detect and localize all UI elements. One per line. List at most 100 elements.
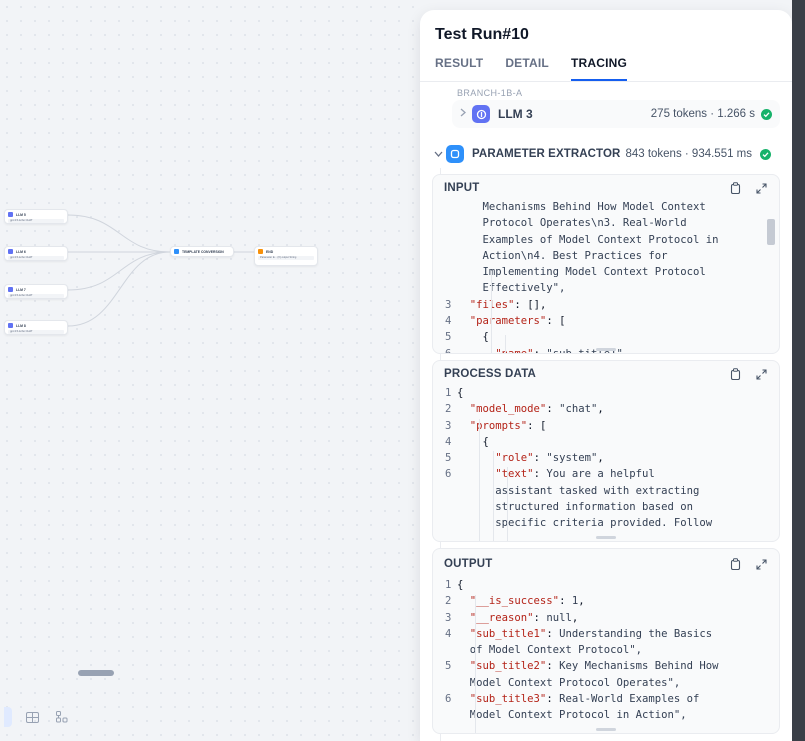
copy-icon[interactable] xyxy=(728,557,742,571)
code-line: Protocol Operates\n3. Real-World xyxy=(433,215,765,231)
code-text: "files": [], xyxy=(469,298,547,311)
indent-guide xyxy=(475,595,476,733)
line-number: 1 xyxy=(445,387,452,399)
indent-guide xyxy=(491,271,492,353)
code-line: 4 { xyxy=(433,434,765,450)
expand-icon[interactable] xyxy=(754,367,768,381)
llm-node-icon xyxy=(8,323,13,328)
canvas-node-llm-5[interactable]: LLM 5 gpt-3.5-turbo CHAT xyxy=(4,209,68,224)
indent-guide xyxy=(505,335,506,353)
resize-handle[interactable] xyxy=(596,348,616,351)
llm-node-icon xyxy=(8,212,13,217)
success-check-icon xyxy=(760,148,772,160)
code-line: 2 "__is_success": 1, xyxy=(433,593,765,609)
code-text: Effectively", xyxy=(457,282,566,295)
code-line: 4 "parameters": [ xyxy=(433,313,765,329)
code-line: 5 { xyxy=(433,329,765,345)
trace-node-parameter-extractor[interactable]: PARAMETER EXTRACTOR 843 tokens · 934.551… xyxy=(428,140,784,168)
code-text: { xyxy=(482,331,489,344)
copy-icon[interactable] xyxy=(728,367,742,381)
trace-node-llm-3[interactable]: LLM 3 275 tokens · 1.266 s xyxy=(452,100,780,128)
organize-icon[interactable] xyxy=(52,707,72,727)
code-line: Model Context Protocol in Action", xyxy=(433,707,765,723)
code-text: specific criteria provided. Follow xyxy=(457,517,713,530)
canvas-node-llm-6[interactable]: LLM 6 gpt-3.5-turbo CHAT xyxy=(4,246,68,261)
code-text: "parameters": [ xyxy=(469,315,566,328)
canvas-scrollbar[interactable] xyxy=(78,670,114,676)
resize-handle[interactable] xyxy=(596,536,616,539)
code-line: 1{ xyxy=(433,385,765,401)
code-text: Mechanisms Behind How Model Context xyxy=(457,201,706,213)
code-line: 6 "sub_title3": Real-World Examples of xyxy=(433,691,765,707)
llm-node-icon xyxy=(8,287,13,292)
code-text: Implementing Model Context Protocol xyxy=(457,266,706,279)
node-title: LLM 7 xyxy=(16,287,26,292)
code-text: "sub_title1": Understanding the Basics xyxy=(469,627,713,640)
code-text: "prompts": [ xyxy=(469,419,547,432)
line-number: 5 xyxy=(445,331,452,344)
node-model: gpt-3.5-turbo CHAT xyxy=(8,294,64,298)
code-line: 4 "sub_title1": Understanding the Basics xyxy=(433,626,765,642)
code-line: of Model Context Protocol", xyxy=(433,642,765,658)
line-number: 3 xyxy=(445,298,452,311)
node-model: gpt-3.5-turbo CHAT xyxy=(8,219,64,223)
line-number: 3 xyxy=(445,419,452,432)
node-model: gpt-3.5-turbo CHAT xyxy=(8,256,64,260)
code-text: "sub_title3": Real-World Examples of xyxy=(469,693,700,706)
line-number: 4 xyxy=(445,435,452,448)
expand-icon[interactable] xyxy=(754,181,768,195)
code-text: { xyxy=(457,387,464,399)
process-data-panel: PROCESS DATA 1{2 "model_mode": "chat", 3 … xyxy=(432,360,780,542)
code-text: "__is_success": 1, xyxy=(469,595,585,608)
code-line: 5 "role": "system", xyxy=(433,450,765,466)
end-node-icon xyxy=(258,249,263,254)
canvas-node-llm-7[interactable]: LLM 7 gpt-3.5-turbo CHAT xyxy=(4,284,68,299)
code-line: specific criteria provided. Follow xyxy=(433,515,765,531)
tab-result[interactable]: RESULT xyxy=(435,56,483,81)
code-text: Protocol Operates\n3. Real-World xyxy=(457,217,687,230)
llm-icon xyxy=(472,105,490,123)
code-line: Action\n4. Best Practices for xyxy=(433,248,765,264)
process-data-code[interactable]: 1{2 "model_mode": "chat", 3 "prompts": [4… xyxy=(433,385,765,532)
tab-detail[interactable]: DETAIL xyxy=(505,56,549,81)
canvas-node-llm-8[interactable]: LLM 8 gpt-3.5-turbo CHAT xyxy=(4,320,68,335)
test-run-panel: Test Run#10 RESULT DETAIL TRACING BRANCH… xyxy=(420,10,792,741)
code-text: { xyxy=(457,579,464,591)
pointer-mode-button[interactable] xyxy=(4,707,12,727)
layout-icon[interactable] xyxy=(22,707,42,727)
panel-title: Test Run#10 xyxy=(435,26,529,43)
line-number: 6 xyxy=(445,347,452,354)
workflow-canvas[interactable]: LLM 5 gpt-3.5-turbo CHAT LLM 6 gpt-3.5-t… xyxy=(0,0,420,741)
code-line: Implementing Model Context Protocol xyxy=(433,264,765,280)
tab-tracing[interactable]: TRACING xyxy=(570,56,628,81)
tab-bar: RESULT DETAIL TRACING xyxy=(435,56,628,81)
code-text: "text": You are a helpful xyxy=(495,468,655,481)
trace-node-name: PARAMETER EXTRACTOR xyxy=(472,148,621,160)
code-line: Effectively", xyxy=(433,280,765,296)
output-code[interactable]: 1{2 "__is_success": 1, 3 "__reason": null… xyxy=(433,577,765,724)
indent-guide xyxy=(493,451,494,541)
code-text: Examples of Model Context Protocol in xyxy=(457,233,719,246)
input-code[interactable]: Mechanisms Behind How Model Context Prot… xyxy=(433,199,765,354)
line-number: 1 xyxy=(445,579,452,591)
success-check-icon xyxy=(761,108,772,120)
code-text: Model Context Protocol Operates", xyxy=(457,676,681,689)
code-text: of Model Context Protocol", xyxy=(457,644,642,657)
canvas-node-end[interactable]: END Parameter E... {X} output String xyxy=(254,246,318,266)
code-text: "sub_title2": Key Mechanisms Behind How xyxy=(469,660,719,673)
input-panel: INPUT Mechanisms Behind How Model Contex… xyxy=(432,174,780,354)
template-node-icon xyxy=(174,249,179,254)
canvas-node-template-conversion[interactable]: TEMPLATE CONVERSION xyxy=(170,246,234,257)
trace-node-name: LLM 3 xyxy=(498,107,533,121)
expand-icon[interactable] xyxy=(754,557,768,571)
copy-icon[interactable] xyxy=(728,181,742,195)
chevron-down-icon[interactable] xyxy=(434,149,446,160)
output-panel: OUTPUT 1{2 "__is_success": 1, 3 "__reason… xyxy=(432,548,780,734)
input-scrollbar[interactable] xyxy=(767,219,775,245)
process-data-label: PROCESS DATA xyxy=(444,368,537,380)
node-title: LLM 8 xyxy=(16,323,26,328)
resize-handle[interactable] xyxy=(596,728,616,731)
code-line: 3 "files": [], xyxy=(433,297,765,313)
chevron-right-icon[interactable] xyxy=(460,108,472,120)
code-line: Mechanisms Behind How Model Context xyxy=(433,199,765,215)
